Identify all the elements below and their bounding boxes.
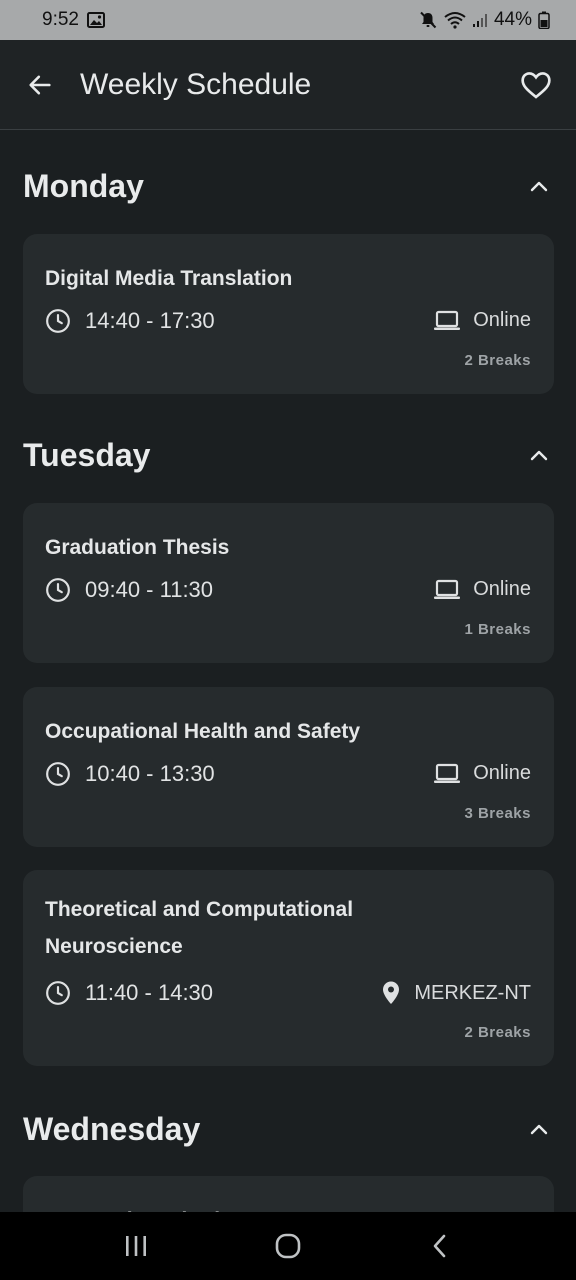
class-location: Online [473, 309, 531, 331]
class-location: Online [473, 762, 531, 784]
chevron-up-icon[interactable] [525, 172, 553, 200]
laptop-icon [434, 310, 461, 330]
breaks-count: 1 Breaks [464, 621, 531, 638]
chevron-left-icon [433, 1234, 446, 1258]
time-row: 14:40 - 17:30 [45, 308, 215, 334]
time-row: 10:40 - 13:30 [45, 761, 215, 787]
chevron-up-icon[interactable] [525, 441, 553, 469]
class-card[interactable]: Occupational Health and Safety 10:40 - 1… [23, 687, 554, 847]
clock-icon [46, 981, 70, 1005]
class-time: 10:40 - 13:30 [85, 761, 215, 786]
class-card[interactable]: Graduation Thesis 09:40 - 11:30 Online 1… [23, 503, 554, 663]
location-row: Online [433, 578, 531, 601]
time-row: 09:40 - 11:30 [45, 577, 213, 603]
signal-icon [472, 12, 488, 28]
class-card[interactable]: Research Methods [23, 1176, 554, 1212]
class-card[interactable]: Theoretical and Computational Neuroscien… [23, 870, 554, 1066]
location-pin-icon [383, 981, 400, 1004]
day-header-tuesday[interactable]: Tuesday [0, 425, 576, 485]
course-name: Research Methods [45, 1202, 425, 1212]
day-title: Tuesday [23, 436, 151, 473]
clock-icon [46, 578, 70, 602]
day-title: Wednesday [23, 1110, 201, 1147]
class-location: Online [473, 578, 531, 600]
class-time: 14:40 - 17:30 [85, 308, 215, 333]
course-name: Theoretical and Computational Neuroscien… [45, 898, 354, 958]
gallery-notification-icon [86, 12, 105, 28]
schedule-list[interactable]: Monday Digital Media Translation 14:40 -… [0, 131, 576, 1212]
system-back-button[interactable] [410, 1216, 470, 1276]
course-name: Digital Media Translation [45, 267, 293, 290]
location-row: MERKEZ-NT [380, 980, 531, 1006]
wifi-icon [444, 11, 466, 29]
status-time: 9:52 [42, 9, 79, 30]
class-time: 11:40 - 14:30 [85, 980, 214, 1005]
battery-icon [538, 11, 550, 29]
class-card[interactable]: Digital Media Translation 14:40 - 17:30 … [23, 234, 554, 394]
time-row: 11:40 - 14:30 [45, 980, 213, 1006]
location-row: Online [433, 762, 531, 785]
favorite-button[interactable] [496, 40, 576, 130]
day-header-wednesday[interactable]: Wednesday [0, 1099, 576, 1159]
chevron-up-icon[interactable] [525, 1115, 553, 1143]
home-icon [275, 1233, 301, 1259]
course-name: Graduation Thesis [45, 536, 230, 559]
day-title: Monday [23, 167, 144, 204]
breaks-count: 2 Breaks [464, 1024, 531, 1041]
page-title: Weekly Schedule [80, 67, 312, 101]
heart-icon [521, 71, 551, 99]
class-location: MERKEZ-NT [414, 981, 531, 1004]
app-bar: Weekly Schedule [0, 40, 576, 130]
mute-icon [418, 10, 438, 30]
breaks-count: 3 Breaks [464, 805, 531, 822]
home-button[interactable] [258, 1216, 318, 1276]
clock-icon [46, 309, 70, 333]
status-bar: 9:52 44% [0, 0, 576, 40]
course-name: Occupational Health and Safety [45, 720, 361, 743]
day-header-monday[interactable]: Monday [0, 156, 576, 216]
arrow-left-icon [29, 75, 51, 94]
system-nav-bar [0, 1212, 576, 1280]
recent-apps-button[interactable] [106, 1216, 166, 1276]
back-button[interactable] [0, 40, 80, 130]
breaks-count: 2 Breaks [464, 352, 531, 369]
laptop-icon [434, 763, 461, 783]
location-row: Online [433, 309, 531, 332]
recent-apps-icon [126, 1236, 146, 1256]
clock-icon [46, 762, 70, 786]
class-time: 09:40 - 11:30 [85, 577, 214, 602]
laptop-icon [434, 579, 461, 599]
battery-percent: 44% [493, 9, 532, 30]
